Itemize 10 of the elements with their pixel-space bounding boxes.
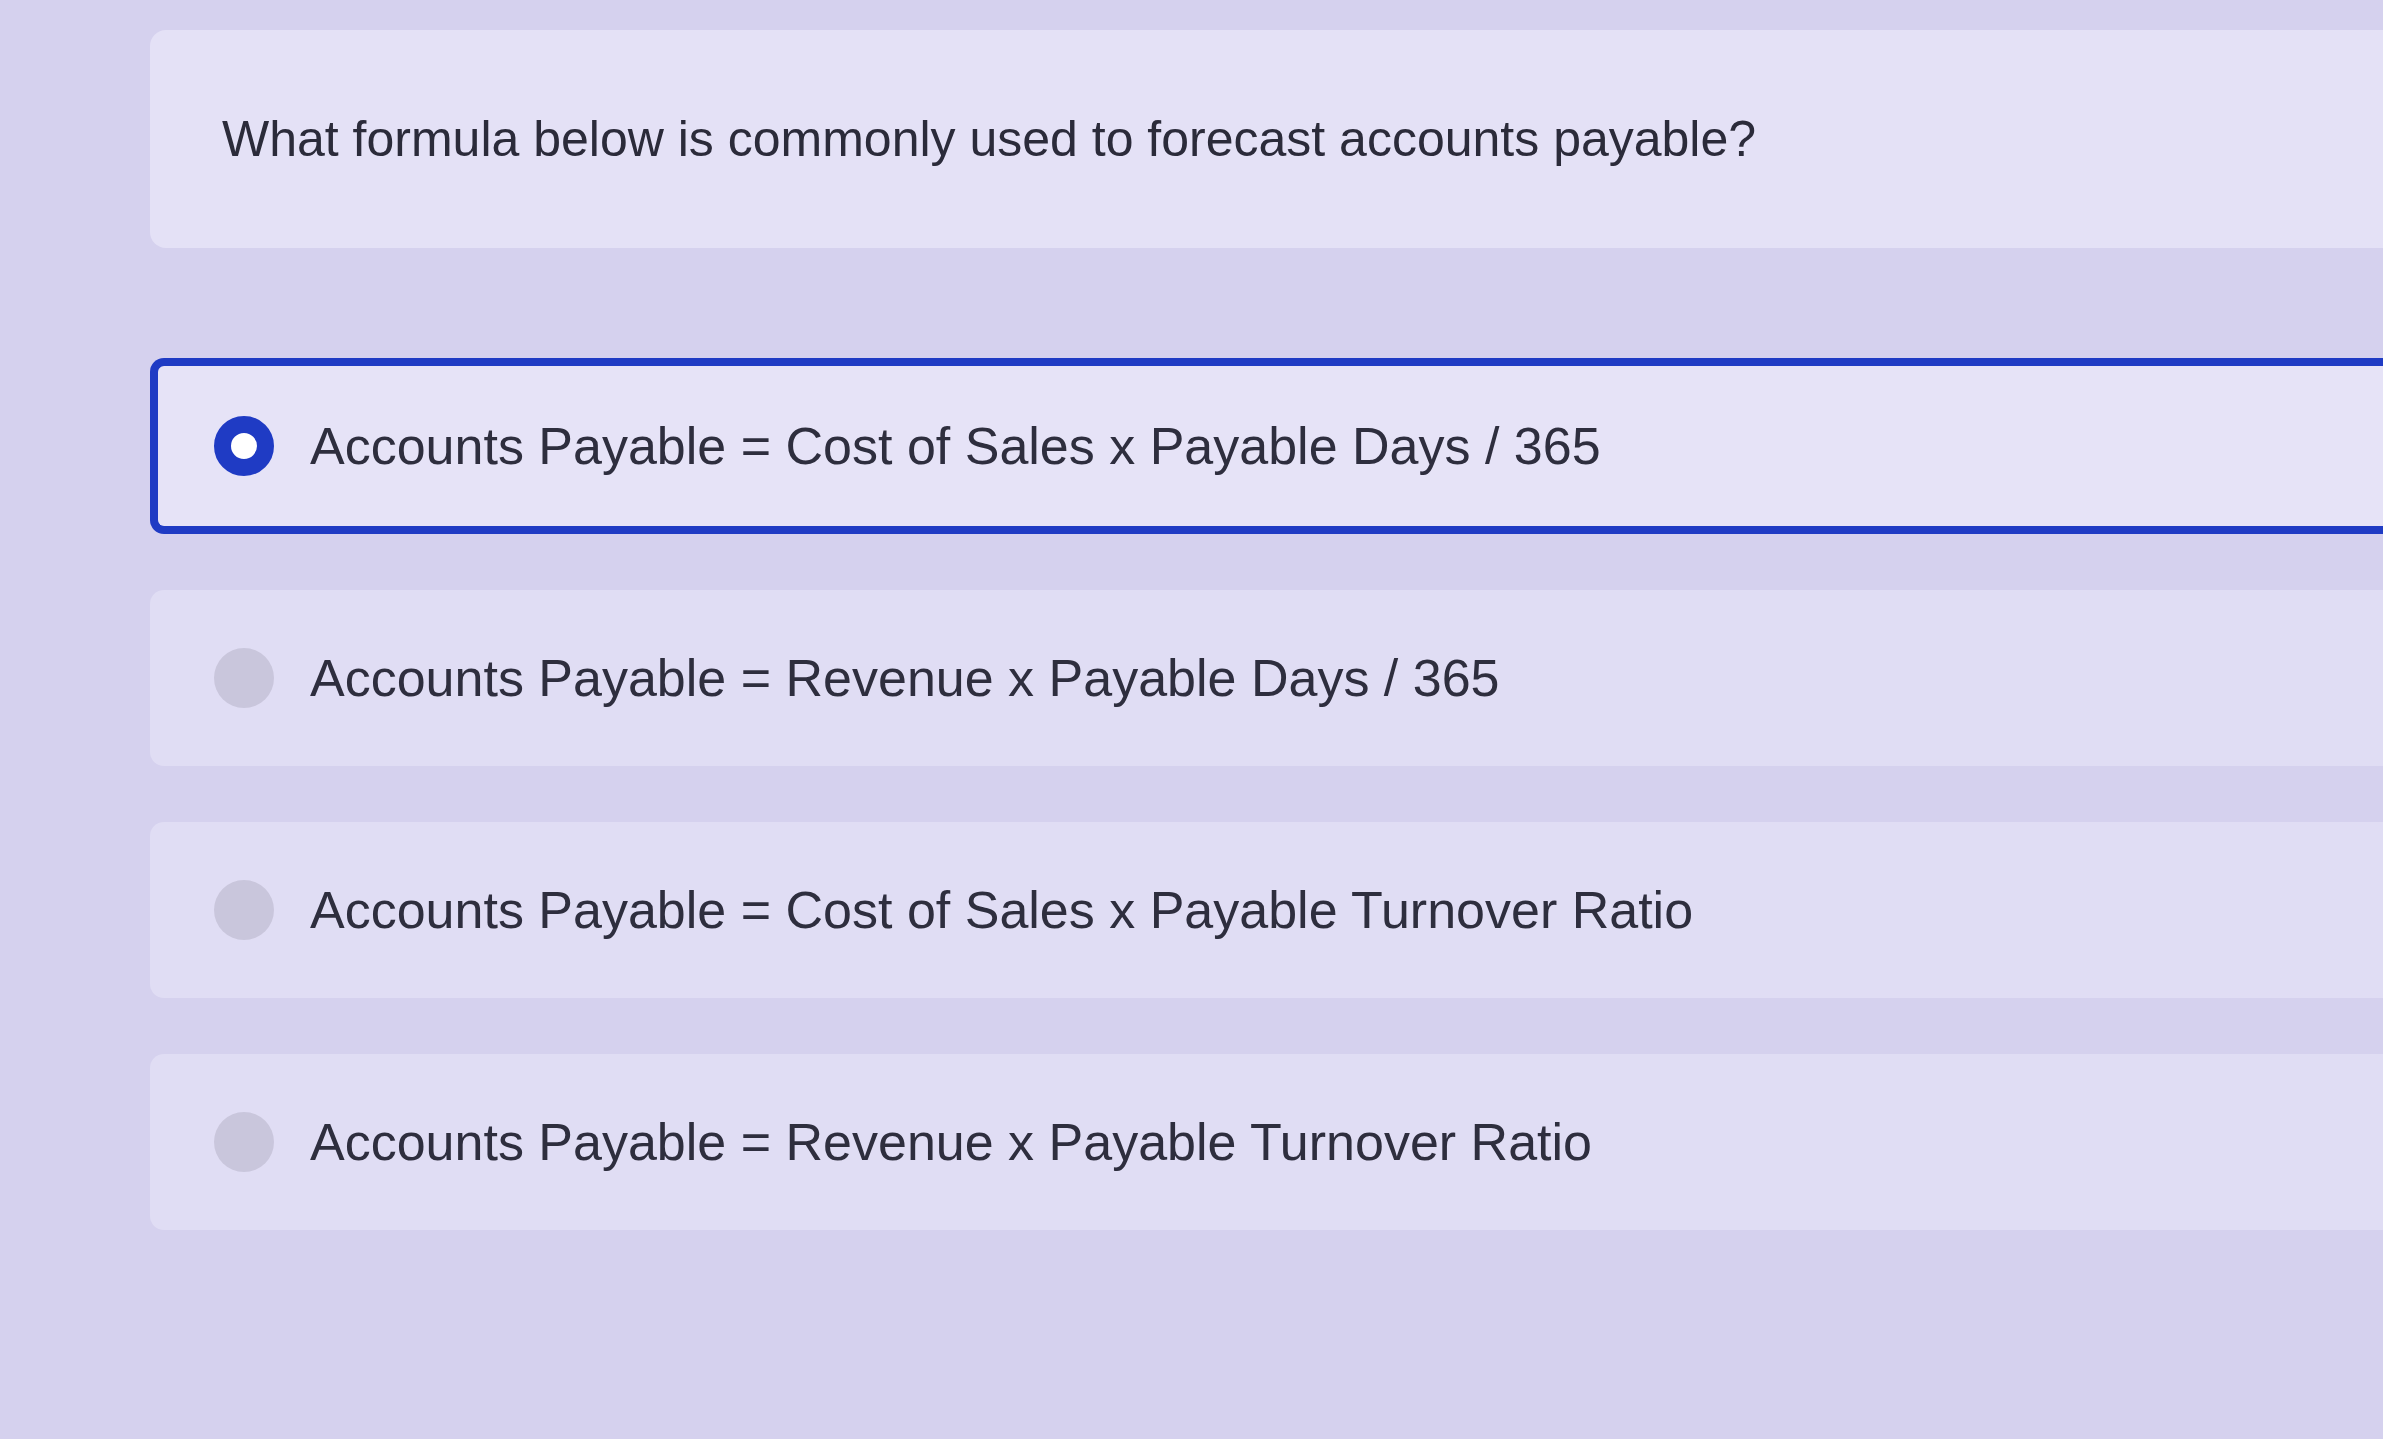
answer-option[interactable]: Accounts Payable = Revenue x Payable Turnover Ratio <box>150 1054 2383 1230</box>
answer-option[interactable]: Accounts Payable = Cost of Sales x Payable Days / 365 <box>150 358 2383 534</box>
answer-option[interactable]: Accounts Payable = Revenue x Payable Days / 365 <box>150 590 2383 766</box>
option-label: Accounts Payable = Revenue x Payable Turnover Ratio <box>310 1112 1592 1172</box>
option-label: Accounts Payable = Cost of Sales x Payable Turnover Ratio <box>310 880 1694 940</box>
option-label: Accounts Payable = Cost of Sales x Payable Days / 365 <box>310 416 1601 476</box>
question-text: What formula below is commonly used to forecast accounts payable? <box>222 110 1758 168</box>
answer-option[interactable]: Accounts Payable = Cost of Sales x Payable Turnover Ratio <box>150 822 2383 998</box>
option-label: Accounts Payable = Revenue x Payable Days / 365 <box>310 648 1500 708</box>
radio-button[interactable] <box>214 416 274 476</box>
